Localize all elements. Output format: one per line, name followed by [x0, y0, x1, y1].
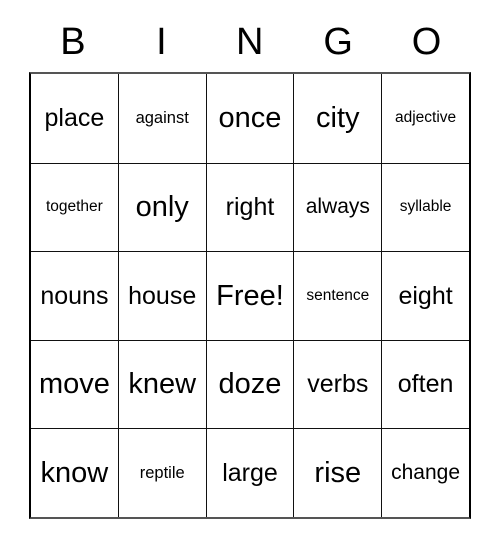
bingo-cell-r4c3[interactable]: rise: [293, 428, 382, 517]
bingo-cell-r0c1[interactable]: against: [117, 74, 206, 163]
bingo-cell-label: adjective: [394, 109, 457, 127]
bingo-header-letter-g: G: [323, 21, 354, 63]
bingo-cell-label: sentence: [306, 286, 370, 304]
bingo-cell-r0c3[interactable]: city: [293, 74, 382, 163]
bingo-cell-label: syllable: [399, 198, 452, 216]
bingo-cell-label: right: [225, 193, 275, 222]
bingo-cell-r1c4[interactable]: syllable: [381, 162, 469, 252]
bingo-cell-r1c1[interactable]: only: [117, 162, 206, 252]
bingo-free-space-label: Free!: [216, 279, 284, 312]
bingo-cell-label: house: [128, 281, 197, 310]
bingo-cell-label: nouns: [40, 281, 109, 310]
bingo-header-letter-i: I: [156, 21, 168, 63]
bingo-row: together only right always syllable: [31, 162, 469, 252]
bingo-cell-r1c2[interactable]: right: [205, 162, 294, 252]
bingo-row: place against once city adjective: [31, 74, 469, 163]
bingo-cell-r4c0[interactable]: know: [31, 428, 118, 517]
bingo-cell-label: large: [222, 459, 278, 488]
bingo-cell-r2c3[interactable]: sentence: [293, 251, 382, 340]
bingo-header-letter-b: B: [60, 21, 87, 63]
bingo-cell-r2c1[interactable]: house: [117, 251, 206, 340]
bingo-cell-r1c3[interactable]: always: [293, 162, 382, 252]
bingo-cell-r2c4[interactable]: eight: [381, 251, 469, 340]
bingo-cell-label: only: [135, 191, 189, 224]
bingo-cell-r0c2[interactable]: once: [205, 74, 294, 163]
bingo-cell-label: knew: [128, 368, 197, 401]
bingo-cell-r4c2[interactable]: large: [205, 428, 294, 517]
bingo-cell-free-space[interactable]: Free!: [205, 251, 294, 340]
bingo-cell-r0c0[interactable]: place: [31, 74, 118, 163]
bingo-cell-r2c0[interactable]: nouns: [31, 251, 118, 340]
bingo-cell-label: change: [391, 461, 461, 485]
bingo-row: move knew doze verbs often: [31, 339, 469, 429]
bingo-cell-r1c0[interactable]: together: [31, 162, 118, 252]
bingo-cell-r4c4[interactable]: change: [381, 428, 469, 517]
bingo-cell-r3c0[interactable]: move: [31, 339, 118, 429]
bingo-cell-label: city: [316, 102, 360, 135]
bingo-cell-label: rise: [314, 456, 362, 489]
bingo-cell-label: doze: [218, 368, 282, 401]
bingo-cell-r3c2[interactable]: doze: [205, 339, 294, 429]
bingo-cell-label: know: [40, 456, 109, 489]
bingo-cell-r3c4[interactable]: often: [381, 339, 469, 429]
bingo-cell-label: often: [397, 370, 454, 399]
bingo-cell-r3c1[interactable]: knew: [117, 339, 206, 429]
bingo-cell-r3c3[interactable]: verbs: [293, 339, 382, 429]
bingo-cell-label: against: [135, 108, 189, 127]
bingo-cell-label: verbs: [307, 370, 369, 399]
bingo-row: nouns house Free! sentence eight: [31, 251, 469, 340]
bingo-cell-label: reptile: [139, 463, 185, 482]
bingo-cell-label: once: [218, 102, 282, 135]
bingo-grid: place against once city adjective togeth…: [29, 72, 471, 519]
bingo-cell-r0c4[interactable]: adjective: [381, 74, 469, 163]
bingo-cell-label: together: [45, 198, 103, 216]
bingo-cell-label: always: [305, 195, 370, 219]
bingo-cell-label: place: [44, 104, 105, 133]
bingo-row: know reptile large rise change: [31, 428, 469, 517]
bingo-cell-r4c1[interactable]: reptile: [117, 428, 206, 517]
bingo-header-letter-o: O: [411, 21, 442, 63]
bingo-cell-label: eight: [398, 281, 453, 310]
bingo-card: B I N G O place against once city adject…: [29, 12, 471, 519]
bingo-cell-label: move: [38, 368, 110, 401]
bingo-header-row: B I N G O: [29, 12, 471, 72]
bingo-header-letter-n: N: [236, 21, 264, 63]
